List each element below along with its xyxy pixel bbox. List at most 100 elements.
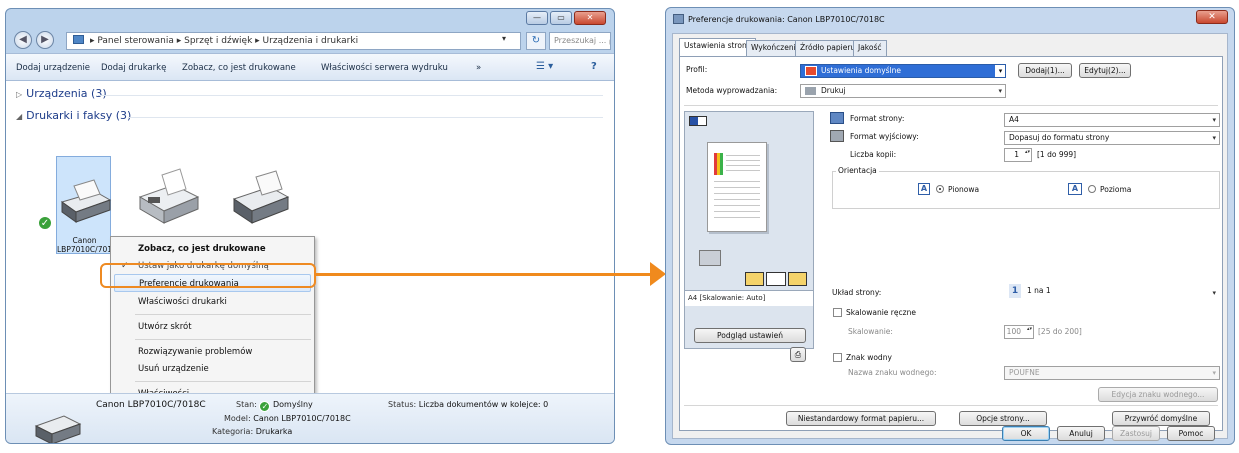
edit-profile-button[interactable]: Edytuj(2)... <box>1079 63 1131 78</box>
cancel-button[interactable]: Anuluj <box>1057 426 1105 441</box>
menu-item-troubleshoot[interactable]: Rozwiązywanie problemów <box>111 343 314 361</box>
landscape-radio[interactable] <box>1088 185 1096 193</box>
chevron-down-icon: ▾ <box>998 87 1002 95</box>
details-status: Status: Liczba dokumentów w kolejce: 0 <box>388 400 549 409</box>
printer-icon <box>232 170 290 224</box>
dialog-title: Preferencje drukowania: Canon LBP7010C/7… <box>688 15 885 24</box>
printer-icon <box>34 415 82 443</box>
help-icon[interactable]: ? <box>591 61 597 72</box>
scaling-label: Skalowanie: <box>848 327 893 336</box>
output-method-select[interactable]: Drukuj ▾ <box>800 84 1006 98</box>
close-button[interactable]: ✕ <box>574 11 606 25</box>
copies-stepper[interactable]: 1 <box>1004 148 1032 162</box>
control-panel-icon <box>73 35 84 44</box>
output-size-select[interactable]: Dopasuj do formatu strony ▾ <box>1004 131 1220 145</box>
menu-item-see-printing[interactable]: Zobacz, co jest drukowane <box>111 240 314 258</box>
portrait-label: Pionowa <box>948 185 980 194</box>
preview-caption: A4 [Skalowanie: Auto] <box>685 290 813 306</box>
tab-page-setup[interactable]: Ustawienia strony <box>679 38 757 57</box>
printing-preferences-dialog: Preferencje drukowania: Canon LBP7010C/7… <box>665 7 1235 445</box>
profile-select[interactable]: Ustawienia domyślne ▾ <box>800 64 1006 78</box>
apply-button[interactable]: Zastosuj <box>1112 426 1160 441</box>
fax-icon <box>138 168 200 224</box>
close-button[interactable]: ✕ <box>1196 10 1228 24</box>
finishing-icons <box>745 272 807 286</box>
page-options-button[interactable]: Opcje strony... <box>959 411 1047 426</box>
watermark-checkbox[interactable] <box>833 353 842 362</box>
menu-separator <box>135 339 311 340</box>
chevron-down-icon: ▾ <box>1212 116 1216 124</box>
divider <box>128 117 603 118</box>
details-state: Stan: ✓ Domyślny <box>236 400 313 412</box>
edit-watermark-button[interactable]: Edycja znaku wodnego... <box>1098 387 1218 402</box>
help-button[interactable]: Pomoc <box>1167 426 1215 441</box>
page-size-label: Format strony: <box>850 114 905 123</box>
maximize-button[interactable]: ▭ <box>550 11 572 25</box>
print-server-properties-button[interactable]: Właściwości serwera wydruku <box>321 63 448 73</box>
add-profile-button[interactable]: Dodaj(1)... <box>1018 63 1072 78</box>
copies-range: [1 do 999] <box>1037 150 1077 159</box>
chevron-down-icon: ▾ <box>1212 289 1216 297</box>
arrow-head <box>650 262 666 286</box>
menu-item-create-shortcut[interactable]: Utwórz skrót <box>111 318 314 336</box>
address-dropdown-icon[interactable]: ▾ <box>502 34 506 43</box>
explorer-titlebar: — ▭ ✕ <box>6 9 614 29</box>
tab-quality[interactable]: Jakość <box>853 40 887 56</box>
page-layout-select[interactable]: 11 na 1 ▾ <box>1004 282 1220 300</box>
output-size-icon <box>830 130 844 142</box>
restore-defaults-button[interactable]: Przywróć domyślne <box>1112 411 1210 426</box>
scaling-stepper[interactable]: 100 <box>1004 325 1034 339</box>
more-commands-button[interactable]: » <box>476 63 481 73</box>
tab-paper-source[interactable]: Źródło papieru <box>795 40 861 56</box>
profile-icon <box>805 66 817 76</box>
menu-separator <box>135 381 311 382</box>
chevron-down-icon: ▾ <box>1212 369 1216 377</box>
page-preview: A4 [Skalowanie: Auto] <box>684 111 814 349</box>
divider <box>98 95 603 96</box>
portrait-radio[interactable] <box>936 185 944 193</box>
group-printers[interactable]: ◢ Drukarki i faksy (3) <box>16 109 131 122</box>
orientation-group <box>832 171 1220 209</box>
address-row: ◀ ▶ ▸ Panel sterowania ▸ Sprzęt i dźwięk… <box>6 29 614 53</box>
context-menu: Zobacz, co jest drukowane ✓ Ustaw jako dr… <box>110 236 315 408</box>
menu-item-printer-properties[interactable]: Właściwości drukarki <box>111 293 314 311</box>
page-size-select[interactable]: A4 ▾ <box>1004 113 1220 127</box>
window-controls: — ▭ ✕ <box>526 11 606 25</box>
printer-info-button[interactable]: ⎙ <box>790 347 806 362</box>
expanded-arrow-icon: ◢ <box>16 112 23 121</box>
add-printer-button[interactable]: Dodaj drukarkę <box>101 63 166 73</box>
preview-mode-icon[interactable] <box>689 116 707 126</box>
printer-icon <box>60 179 112 223</box>
ok-button[interactable]: OK <box>1002 426 1050 441</box>
printer-label: Canon LBP7010C/7018C <box>57 236 123 254</box>
command-bar: Dodaj urządzenie Dodaj drukarkę Zobacz, … <box>6 53 614 81</box>
minimize-button[interactable]: — <box>526 11 548 25</box>
view-settings-button[interactable]: Podgląd ustawień <box>694 328 806 343</box>
page-size-icon <box>830 112 844 124</box>
copies-label: Liczba kopii: <box>850 150 897 159</box>
menu-separator <box>135 314 311 315</box>
chevron-down-icon: ▾ <box>1212 134 1216 142</box>
search-input[interactable]: Przeszukaj ... ρ <box>549 32 611 50</box>
print-icon <box>805 87 816 95</box>
watermark-select[interactable]: POUFNE ▾ <box>1004 366 1220 380</box>
manual-scaling-checkbox[interactable] <box>833 308 842 317</box>
landscape-label: Pozioma <box>1100 185 1132 194</box>
refresh-button[interactable]: ↻ <box>526 32 546 50</box>
forward-button[interactable]: ▶ <box>36 31 54 49</box>
view-menu-icon[interactable]: ☰ ▾ <box>536 61 553 72</box>
custom-paper-size-button[interactable]: Niestandardowy format papieru... <box>786 411 936 426</box>
page-layout-icon: 1 <box>1009 284 1021 298</box>
divider <box>684 105 1218 106</box>
output-size-label: Format wyjściowy: <box>850 132 919 141</box>
menu-item-remove-device[interactable]: Usuń urządzenie <box>111 360 314 378</box>
address-bar[interactable]: ▸ Panel sterowania ▸ Sprzęt i dźwięk ▸ U… <box>66 32 521 50</box>
group-devices[interactable]: ▷ Urządzenia (3) <box>16 87 107 100</box>
collapsed-arrow-icon: ▷ <box>16 90 23 99</box>
scaling-range: [25 do 200] <box>1038 327 1082 336</box>
back-button[interactable]: ◀ <box>14 31 32 49</box>
output-method-label: Metoda wyprowadzania: <box>686 86 778 95</box>
see-printing-button[interactable]: Zobacz, co jest drukowane <box>182 63 296 73</box>
add-device-button[interactable]: Dodaj urządzenie <box>16 63 90 73</box>
portrait-icon: A <box>918 183 930 195</box>
